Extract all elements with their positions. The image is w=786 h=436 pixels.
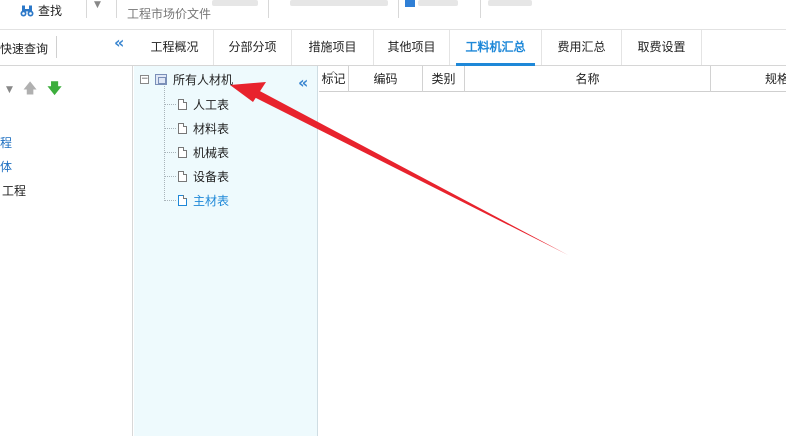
sort-indicator: ^ — [330, 70, 337, 79]
tree-node-label: 材料表 — [193, 122, 230, 136]
tree-connector — [164, 128, 176, 129]
material-grid: ^ 标记 编码 类别 名称 规格 — [319, 66, 786, 436]
tree-connector — [164, 200, 176, 201]
nav-item[interactable]: 工程 — [2, 182, 26, 199]
arrow-up-icon[interactable]: 🡅 — [23, 78, 37, 102]
tree-node-machinery[interactable]: 机械表 — [164, 144, 229, 161]
tab-bar: 快速查询 « 工程概况 分部分项 措施项目 其他项目 工料机汇总 费用汇总 取费… — [0, 30, 786, 66]
tab-other-items[interactable]: 其他项目 — [374, 30, 450, 65]
toolbar-clipped-button[interactable] — [212, 0, 258, 6]
tree-node-main-material[interactable]: 主材表 — [164, 192, 229, 209]
document-icon — [178, 195, 187, 206]
tree-connector — [164, 176, 176, 177]
nav-item[interactable]: 程 — [0, 134, 12, 151]
document-icon — [178, 123, 187, 134]
nav-item[interactable]: 体 — [0, 158, 12, 175]
tree-node-labor[interactable]: 人工表 — [164, 96, 229, 113]
document-icon — [178, 99, 187, 110]
arrow-down-icon[interactable]: 🡇 — [47, 78, 61, 102]
tree-node-label: 设备表 — [193, 170, 230, 184]
toolbar-divider — [86, 0, 87, 18]
tree-node-label: 机械表 — [193, 146, 230, 160]
toolbar: 查找 ▼ 工程市场价文件 — [0, 0, 786, 30]
tab-division-items[interactable]: 分部分项 — [214, 30, 292, 65]
tree-node-material[interactable]: 材料表 — [164, 120, 229, 137]
folder-grid-icon — [155, 74, 167, 85]
toolbar-clipped-button[interactable] — [488, 0, 532, 6]
chevron-down-icon[interactable]: ▼ — [94, 0, 101, 10]
tree-connector — [164, 104, 176, 105]
material-tree-pane: − 所有人材机 « 人工表 材料表 机械表 设备表 主材表 — [134, 66, 318, 436]
tree-connector — [164, 152, 176, 153]
toolbar-divider — [480, 0, 481, 18]
find-label: 查找 — [38, 4, 63, 18]
tree-root[interactable]: − 所有人材机 — [140, 71, 233, 88]
binoculars-icon — [20, 5, 34, 16]
toolbar-divider — [398, 0, 399, 18]
document-icon — [178, 171, 187, 182]
toolbar-subtitle: 工程市场价文件 — [127, 7, 212, 21]
tree-node-label: 人工表 — [193, 98, 230, 112]
column-header-code[interactable]: 编码 — [349, 66, 423, 92]
quick-query-tab[interactable]: 快速查询 — [0, 40, 48, 57]
tab-cost-summary[interactable]: 费用汇总 — [542, 30, 622, 65]
column-header-spec[interactable]: 规格 — [711, 66, 786, 92]
tree-node-label: 主材表 — [193, 194, 230, 208]
tool-icon[interactable] — [405, 0, 415, 7]
document-icon — [178, 147, 187, 158]
toolbar-divider — [268, 0, 269, 18]
left-nav-pane: ▼ 🡅 🡇 程 体 工程 — [0, 66, 133, 436]
grid-header: ^ 标记 编码 类别 名称 规格 — [319, 66, 786, 92]
tree-node-equipment[interactable]: 设备表 — [164, 168, 229, 185]
column-header-mark[interactable]: ^ 标记 — [319, 66, 349, 92]
tab-fee-settings[interactable]: 取费设置 — [622, 30, 702, 65]
tree-collapse-toggle[interactable]: − — [140, 75, 149, 84]
double-chevron-left-icon[interactable]: « — [298, 73, 308, 92]
toolbar-clipped-button[interactable] — [290, 0, 388, 6]
column-header-name[interactable]: 名称 — [465, 66, 711, 92]
tree-root-label: 所有人材机 — [173, 73, 234, 87]
column-header-category[interactable]: 类别 — [423, 66, 465, 92]
chevron-down-icon[interactable]: ▼ — [6, 85, 13, 95]
find-button[interactable]: 查找 — [20, 2, 62, 19]
toolbar-clipped-button[interactable] — [418, 0, 458, 6]
toolbar-divider — [116, 0, 117, 18]
double-chevron-left-icon[interactable]: « — [114, 33, 124, 52]
tab-divider — [56, 36, 57, 58]
nav-controls: ▼ 🡅 🡇 — [6, 78, 62, 102]
tab-measure-items[interactable]: 措施项目 — [292, 30, 374, 65]
tab-labor-material-summary[interactable]: 工料机汇总 — [450, 30, 542, 66]
tab-project-overview[interactable]: 工程概况 — [136, 30, 214, 65]
